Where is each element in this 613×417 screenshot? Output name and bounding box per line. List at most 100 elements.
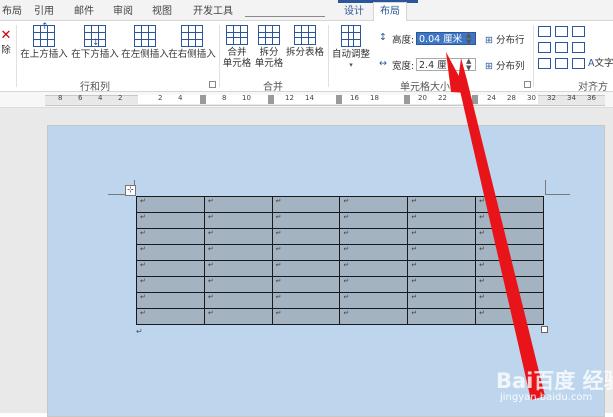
- table-cell[interactable]: ↵: [204, 197, 272, 213]
- ribbon-tab-bar: 布局 引用 邮件 审阅 视图 开发工具 设计 布局: [0, 0, 613, 21]
- distribute-rows-button[interactable]: ⊞ 分布行: [485, 32, 525, 46]
- align-top-left-icon[interactable]: [538, 26, 551, 37]
- ruler-column-marker[interactable]: [472, 95, 478, 104]
- table-cell[interactable]: ↵: [272, 309, 340, 325]
- table-cell[interactable]: ↵: [137, 229, 205, 245]
- table-cell[interactable]: ↵: [137, 293, 205, 309]
- align-middle-left-icon[interactable]: [538, 42, 551, 53]
- tab-review[interactable]: 审阅: [113, 3, 133, 20]
- table-cell[interactable]: ↵: [137, 309, 205, 325]
- table-cell[interactable]: ↵: [137, 197, 205, 213]
- table-cell[interactable]: ↵: [272, 213, 340, 229]
- insert-below-icon: ↓: [84, 25, 106, 47]
- table-cell[interactable]: ↵: [340, 293, 408, 309]
- table-cell[interactable]: ↵: [408, 197, 476, 213]
- align-bottom-center-icon[interactable]: [555, 58, 568, 69]
- table-cell[interactable]: ↵: [204, 309, 272, 325]
- ruler-column-marker[interactable]: [336, 95, 342, 104]
- table-cell[interactable]: ↵: [408, 293, 476, 309]
- tab-mailings[interactable]: 邮件: [74, 3, 94, 20]
- table-cell[interactable]: ↵: [476, 197, 544, 213]
- tab-references[interactable]: 引用: [34, 3, 54, 20]
- horizontal-ruler[interactable]: 8 6 4 2 2 4 8 10 12 14 16 18 20 22 24 28…: [0, 92, 613, 108]
- table-cell[interactable]: ↵: [204, 293, 272, 309]
- table-cell[interactable]: ↵: [340, 277, 408, 293]
- align-middle-right-icon[interactable]: [572, 42, 585, 53]
- text-direction-button[interactable]: A文字: [588, 55, 613, 69]
- table-cell[interactable]: ↵: [272, 261, 340, 277]
- table-cell[interactable]: ↵: [476, 261, 544, 277]
- table-cell[interactable]: ↵: [204, 245, 272, 261]
- tab-developer[interactable]: 开发工具: [193, 3, 233, 20]
- align-top-right-icon[interactable]: [572, 26, 585, 37]
- merge-cells-button[interactable]: 合并 单元格: [222, 25, 252, 69]
- table-cell[interactable]: ↵: [476, 277, 544, 293]
- document-table[interactable]: ↵↵↵↵↵↵↵↵↵↵↵↵↵↵↵↵↵↵↵↵↵↵↵↵↵↵↵↵↵↵↵↵↵↵↵↵↵↵↵↵…: [136, 196, 544, 325]
- table-cell[interactable]: ↵: [408, 309, 476, 325]
- table-cell[interactable]: ↵: [408, 213, 476, 229]
- group-label-alignment: 对齐方: [578, 78, 608, 93]
- table-cell[interactable]: ↵: [408, 229, 476, 245]
- tab-table-layout[interactable]: 布局: [373, 2, 407, 21]
- rows-cols-launcher-icon[interactable]: [209, 81, 216, 88]
- height-spin-down-icon[interactable]: ▼: [466, 39, 471, 46]
- table-row: ↵↵↵↵↵↵: [137, 309, 544, 325]
- group-label-cell-size: 单元格大小: [400, 78, 450, 93]
- table-cell[interactable]: ↵: [476, 213, 544, 229]
- table-resize-handle[interactable]: [541, 326, 548, 333]
- insert-left-button[interactable]: 在左侧插入: [120, 25, 170, 60]
- table-cell[interactable]: ↵: [340, 213, 408, 229]
- insert-left-icon: [134, 25, 156, 47]
- table-cell[interactable]: ↵: [408, 261, 476, 277]
- ruler-column-marker[interactable]: [200, 95, 206, 104]
- divider: [533, 25, 534, 87]
- table-cell[interactable]: ↵: [476, 309, 544, 325]
- table-cell[interactable]: ↵: [476, 229, 544, 245]
- cell-size-launcher-icon[interactable]: [524, 81, 531, 88]
- ruler-number: 12: [285, 94, 294, 102]
- table-cell[interactable]: ↵: [408, 277, 476, 293]
- table-cell[interactable]: ↵: [137, 277, 205, 293]
- width-spin-down-icon[interactable]: ▼: [466, 65, 471, 72]
- insert-right-button[interactable]: 在右侧插入: [168, 25, 216, 60]
- align-top-center-icon[interactable]: [555, 26, 568, 37]
- tab-view[interactable]: 视图: [152, 3, 172, 20]
- table-cell[interactable]: ↵: [340, 229, 408, 245]
- table-cell[interactable]: ↵: [340, 261, 408, 277]
- align-middle-center-icon[interactable]: [555, 42, 568, 53]
- table-cell[interactable]: ↵: [272, 277, 340, 293]
- insert-below-button[interactable]: ↓ 在下方插入: [70, 25, 120, 60]
- table-cell[interactable]: ↵: [204, 213, 272, 229]
- align-bottom-left-icon[interactable]: [538, 58, 551, 69]
- ruler-column-marker[interactable]: [268, 95, 274, 104]
- table-cell[interactable]: ↵: [204, 277, 272, 293]
- table-cell[interactable]: ↵: [272, 293, 340, 309]
- delete-button[interactable]: ✕ 除: [0, 27, 12, 56]
- table-cell[interactable]: ↵: [204, 229, 272, 245]
- tab-table-design[interactable]: 设计: [344, 3, 364, 20]
- autofit-button[interactable]: 自动调整 ▾: [331, 25, 371, 71]
- insert-above-button[interactable]: ↑ 在上方插入: [19, 25, 69, 60]
- table-cell[interactable]: ↵: [137, 213, 205, 229]
- distribute-cols-button[interactable]: ⊞ 分布列: [485, 58, 525, 72]
- table-cell[interactable]: ↵: [408, 245, 476, 261]
- table-cell[interactable]: ↵: [340, 245, 408, 261]
- table-cell[interactable]: ↵: [204, 261, 272, 277]
- watermark-logo: Bai百度 经验: [496, 365, 613, 395]
- split-cells-button[interactable]: 拆分 单元格: [254, 25, 284, 69]
- table-move-handle-icon[interactable]: ⊹: [125, 185, 136, 196]
- table-cell[interactable]: ↵: [476, 245, 544, 261]
- table-cell[interactable]: ↵: [340, 309, 408, 325]
- table-cell[interactable]: ↵: [476, 293, 544, 309]
- table-cell[interactable]: ↵: [272, 197, 340, 213]
- table-cell[interactable]: ↵: [272, 229, 340, 245]
- tab-layout-page[interactable]: 布局: [2, 3, 22, 20]
- table-cell[interactable]: ↵: [137, 245, 205, 261]
- split-table-button[interactable]: 拆分表格: [286, 25, 324, 58]
- align-bottom-right-icon[interactable]: [572, 58, 585, 69]
- table-cell[interactable]: ↵: [340, 197, 408, 213]
- table-cell[interactable]: ↵: [272, 245, 340, 261]
- table-cell[interactable]: ↵: [137, 261, 205, 277]
- ruler-number: 32: [547, 94, 556, 102]
- ruler-column-marker[interactable]: [404, 95, 410, 104]
